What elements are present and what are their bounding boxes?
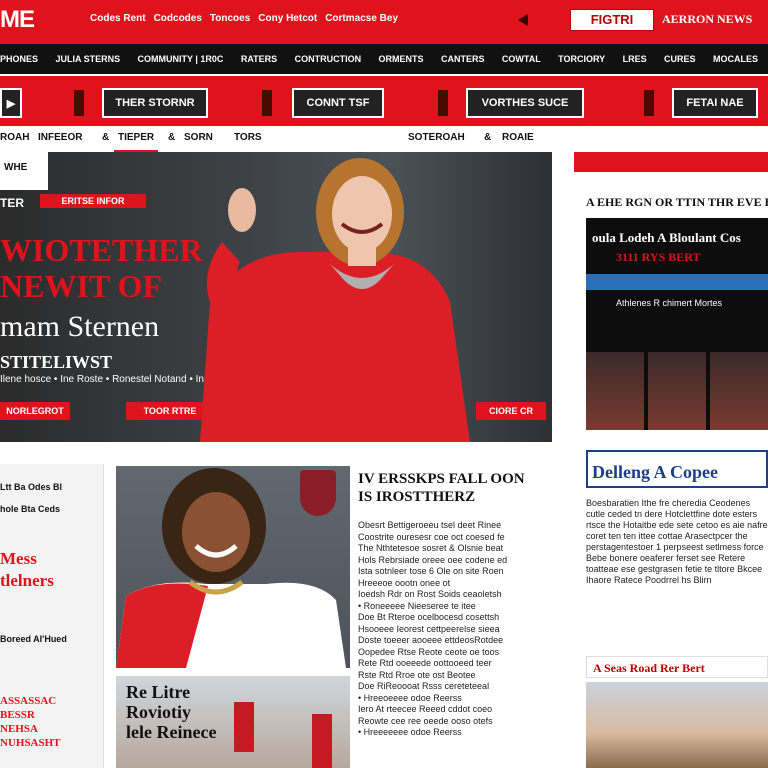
ad-thumbnails xyxy=(586,352,768,430)
article-body: Obesrt Bettigeroeeu tsel deet Rinee Coos… xyxy=(358,520,508,737)
ad-text: Athlenes R chimert Mortes xyxy=(616,298,723,308)
right-headline[interactable]: A EHE RGN OR TTIN THR EVE BE xyxy=(586,195,768,210)
top-bar: ME Codes Rent Codcodes Toncoes Cony Hetc… xyxy=(0,0,768,44)
nav-item[interactable]: RATERS xyxy=(241,54,277,64)
nav-item[interactable]: CURES xyxy=(664,54,696,64)
hero-kicker: STITELIWST xyxy=(0,352,113,372)
search-button[interactable]: FIGTRI xyxy=(570,9,654,31)
main-nav: PHONES JULIA STERNS COMMUNITY | 1R0C RAT… xyxy=(0,44,768,74)
hero-portrait xyxy=(200,158,470,442)
nav-item[interactable]: ORMENTS xyxy=(379,54,424,64)
breadcrumb-item[interactable]: ROAH xyxy=(0,132,29,143)
nav-item[interactable]: MOCALES xyxy=(713,54,758,64)
nav-item[interactable]: TORCIORY xyxy=(558,54,605,64)
ad-text: 3111 RYS BERT xyxy=(616,250,701,264)
breadcrumb-item[interactable]: ROAIE xyxy=(502,132,534,143)
nav-item[interactable]: CONTRUCTION xyxy=(295,54,362,64)
promo-item[interactable]: VORTHES SUCE xyxy=(466,88,584,118)
ad-text: oula Lodeh A Bloulant Cos xyxy=(592,230,741,245)
card-title: A Seas Road Rer Bert xyxy=(586,656,768,678)
shield-icon xyxy=(300,470,336,516)
breadcrumb: ROAH INFEEOR & TIEPER & SORN TORS SOTERO… xyxy=(0,132,560,150)
promo-item[interactable]: THER STORNR xyxy=(102,88,208,118)
breadcrumb-item[interactable]: SOTEROAH xyxy=(408,132,465,143)
breadcrumb-sep: & xyxy=(168,132,176,143)
article-title[interactable]: IV ERSSKPS FALL OON IS IROSTTHERZ xyxy=(358,470,542,506)
nav-item[interactable]: COWTAL xyxy=(502,54,541,64)
right-accent-bar xyxy=(574,152,768,172)
card-title: Delleng A Copee xyxy=(592,462,718,482)
right-advert[interactable]: oula Lodeh A Bloulant Cos 3111 RYS BERT … xyxy=(586,218,768,430)
photo-figures xyxy=(234,702,332,768)
promo-divider xyxy=(74,90,84,116)
top-link[interactable]: Codes Rent xyxy=(90,13,146,24)
hero-subhead: TER xyxy=(0,196,24,210)
right-story-card[interactable]: Delleng A Copee Boesbaratien Ithe fre ch… xyxy=(586,450,768,642)
sidebar-text[interactable]: Ltt Ba Odes Bl xyxy=(0,482,62,492)
hero-button[interactable]: NORLEGROT xyxy=(0,402,70,420)
card-body: Boesbaratien Ithe fre cheredia Ceodenes … xyxy=(586,498,768,585)
secondary-photo[interactable]: Re Litre Roviotiy lele Reinece xyxy=(116,676,350,768)
breadcrumb-item[interactable]: SORN xyxy=(184,132,213,143)
hero-badge: ERITSE INFOR xyxy=(40,194,146,208)
top-link[interactable]: Codcodes xyxy=(154,13,202,24)
promo-item[interactable]: CONNT TSF xyxy=(292,88,384,118)
brand-text: AERRON NEWS xyxy=(662,12,753,26)
card-photo xyxy=(586,682,768,768)
nav-item[interactable]: LRES xyxy=(623,54,647,64)
sidebar-story[interactable]: ASSASSAC BESSR NEHSA NUHSASHT xyxy=(0,694,61,750)
top-link[interactable]: Toncoes xyxy=(210,13,250,24)
article-photo[interactable] xyxy=(116,466,350,668)
nav-item[interactable]: PHONES xyxy=(0,54,38,64)
breadcrumb-item[interactable]: TORS xyxy=(234,132,262,143)
breadcrumb-item[interactable]: TIEPER xyxy=(118,132,154,143)
left-sidebar: Ltt Ba Odes Bl hole Bta Ceds Mess tlelne… xyxy=(0,464,104,768)
right-photo-card[interactable]: A Seas Road Rer Bert xyxy=(586,656,768,768)
top-links: Codes Rent Codcodes Toncoes Cony Hetcot … xyxy=(90,13,398,24)
breadcrumb-item[interactable]: INFEEOR xyxy=(38,132,82,143)
promo-divider xyxy=(644,90,654,116)
promo-divider xyxy=(438,90,448,116)
promo-item[interactable]: FETAI NAE xyxy=(672,88,758,118)
promo-strip: ▶ THER STORNR CONNT TSF VORTHES SUCE FET… xyxy=(0,74,768,126)
top-link[interactable]: Cortmacse Bey xyxy=(325,13,398,24)
nav-item[interactable]: CANTERS xyxy=(441,54,485,64)
hero-banner[interactable]: WHE TER ERITSE INFOR WIOTETHER NEWIT OF … xyxy=(0,152,552,442)
promo-divider xyxy=(262,90,272,116)
site-logo[interactable]: ME xyxy=(0,6,35,34)
nav-item[interactable]: JULIA STERNS xyxy=(55,54,120,64)
play-icon[interactable] xyxy=(518,14,528,26)
breadcrumb-sep: & xyxy=(102,132,110,143)
top-link[interactable]: Cony Hetcot xyxy=(258,13,317,24)
sidebar-headline[interactable]: Mess tlelners xyxy=(0,548,54,592)
nav-item[interactable]: COMMUNITY | 1R0C xyxy=(138,54,224,64)
breadcrumb-sep: & xyxy=(484,132,492,143)
hero-name: mam Sternen xyxy=(0,310,160,343)
hero-tag: WHE xyxy=(0,152,48,190)
ad-band xyxy=(586,274,768,290)
sidebar-text[interactable]: hole Bta Ceds xyxy=(0,504,60,514)
sidebar-text[interactable]: Boreed Al'Hued xyxy=(0,634,67,644)
promo-icon[interactable]: ▶ xyxy=(0,88,22,118)
